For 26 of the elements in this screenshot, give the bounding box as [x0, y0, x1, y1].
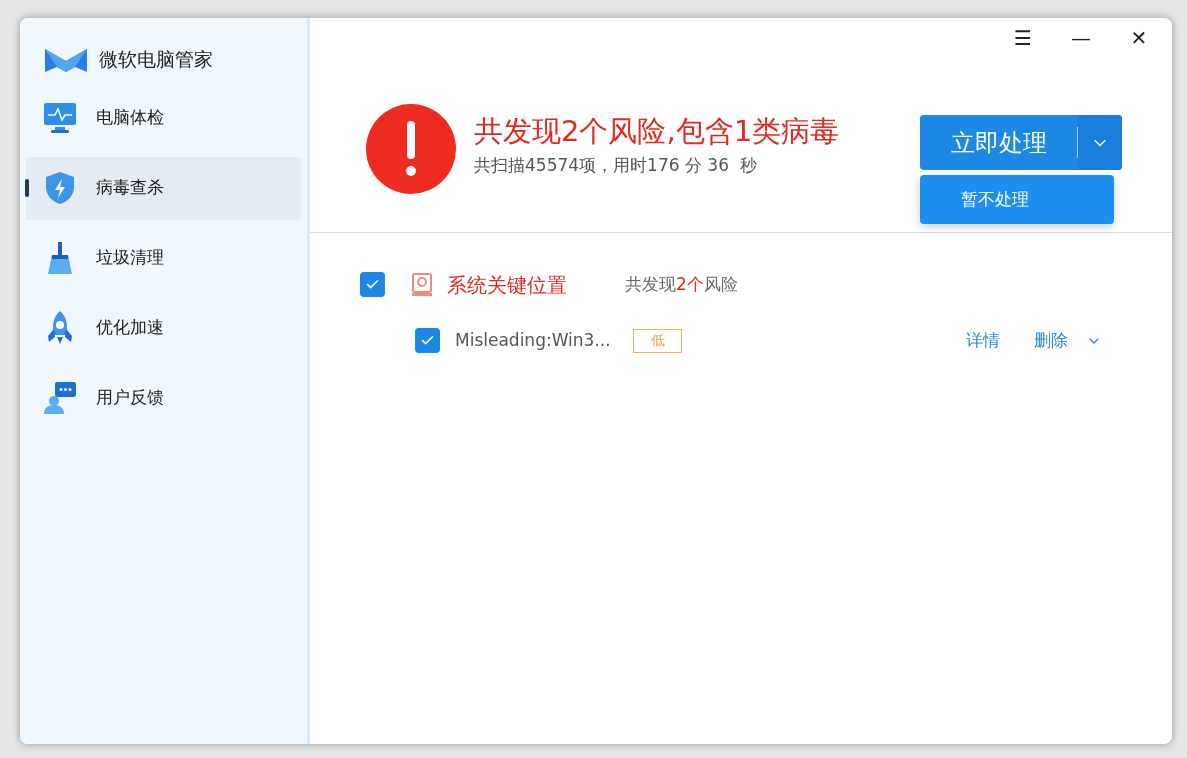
location-icon [411, 272, 433, 297]
selection-indicator [25, 179, 29, 197]
shield-icon [44, 171, 76, 205]
sidebar-item[interactable]: 用户反馈 [26, 366, 301, 430]
logo-icon [45, 46, 87, 73]
minimize-button[interactable]: — [1066, 23, 1096, 53]
checkbox[interactable] [360, 272, 385, 297]
scan-summary: 共扫描45574项，用时176 分 36 秒 [474, 154, 758, 177]
app-title: 微软电脑管家 [99, 47, 213, 73]
close-button[interactable]: ✕ [1124, 23, 1154, 53]
group-summary: 共发现2个风险 [625, 272, 738, 296]
menu-button[interactable]: ☰ [1008, 23, 1038, 53]
checkbox[interactable] [415, 328, 440, 353]
sidebar-item[interactable]: 电脑体检 [26, 86, 301, 150]
result-title: 共发现2个风险,包含1类病毒 [474, 113, 840, 150]
sidebar-item[interactable]: 病毒查杀 [26, 156, 301, 220]
monitor-icon [43, 102, 77, 134]
warning-icon [366, 104, 456, 194]
feedback-icon [43, 381, 77, 415]
severity-tag: 低 [633, 328, 682, 353]
threat-name: Misleading:Win3... [455, 328, 612, 352]
group-title: 系统关键位置 [447, 271, 567, 299]
details-link[interactable]: 详情 [966, 327, 1000, 354]
delete-button[interactable]: 删除 [1034, 327, 1102, 354]
sidebar-item[interactable]: 垃圾清理 [26, 226, 301, 290]
sidebar-item[interactable]: 优化加速 [26, 296, 301, 360]
